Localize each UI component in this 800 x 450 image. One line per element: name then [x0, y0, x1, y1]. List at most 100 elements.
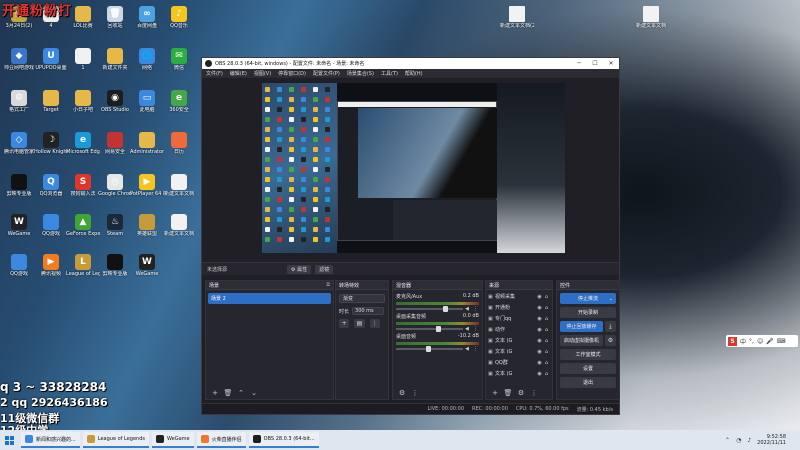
desktop-icon[interactable]: ◉ OBS Studio — [98, 90, 132, 113]
settings-button[interactable]: 设置 — [560, 363, 616, 374]
taskbar-app[interactable]: 火柴直播伴侣 — [196, 432, 246, 448]
eye-icon[interactable]: ◉ — [536, 360, 543, 366]
eye-icon[interactable]: ◉ — [536, 371, 543, 377]
desktop-icon[interactable]: ◎Google Chrome — [98, 174, 132, 197]
source-item[interactable]: ▣ 文本 (G ◉ ⌂ — [488, 369, 550, 378]
desktop-icon[interactable]: 1 — [66, 48, 100, 71]
volume-knob[interactable] — [436, 325, 442, 332]
eye-icon[interactable]: ◉ — [536, 305, 543, 311]
trash-icon[interactable]: 🗑 — [223, 389, 233, 397]
stop-stream-button[interactable]: 停止推流 ⌄ — [560, 293, 616, 304]
desktop-icon[interactable]: 小日子吧 — [66, 90, 100, 113]
desktop-icon[interactable]: e Microsoft Edge — [66, 132, 100, 155]
scene-item[interactable]: 场景 2 — [208, 293, 331, 304]
speaker-icon[interactable]: ◀ — [465, 306, 471, 312]
desktop-icon[interactable]: 英雄联盟 — [130, 214, 164, 237]
duration-input[interactable]: 300 ms — [352, 307, 385, 315]
taskbar-app[interactable]: League of Legends — [82, 432, 150, 448]
volume-slider[interactable] — [396, 345, 463, 352]
clock[interactable]: 9:52:58 2022/11/11 — [757, 434, 786, 446]
lock-icon[interactable]: ⌂ — [543, 294, 550, 300]
source-item[interactable]: ▣ 动作 ◉ ⌂ — [488, 325, 550, 334]
ime-toolbar[interactable]: S 中 °, ☺ 🎤 ⌨ — [726, 335, 798, 347]
add-icon[interactable]: + — [210, 389, 220, 397]
desktop-icon[interactable]: Target — [34, 90, 68, 113]
desktop-icon[interactable]: e 360安全 — [162, 90, 196, 113]
menu-item[interactable]: 帮助(H) — [405, 70, 423, 77]
desktop-icon[interactable]: ▶PotPlayer 64 bit — [130, 174, 164, 197]
lock-icon[interactable]: ⌂ — [543, 371, 550, 377]
studio-mode-button[interactable]: 工作室模式 — [560, 349, 616, 360]
desktop-icon[interactable]: LLeague of Legends — [66, 254, 100, 277]
maximize-icon[interactable]: ☐ — [587, 60, 603, 67]
virtual-camera-button[interactable]: 启动虚拟摄像机 — [560, 335, 603, 346]
volume-slider[interactable] — [396, 325, 463, 332]
eye-icon[interactable]: ◉ — [536, 338, 543, 344]
arrow-down-icon[interactable]: ⌄ — [249, 389, 259, 397]
source-item[interactable]: ▣ QQ群 ◉ ⌂ — [488, 358, 550, 367]
volume-slider[interactable] — [396, 305, 463, 312]
ime-voice-icon[interactable]: 🎤 — [766, 338, 773, 345]
obs-preview[interactable] — [262, 83, 565, 253]
volume-icon[interactable]: ♪ — [747, 437, 751, 444]
desktop-file-1[interactable]: 新建文本文档(2) — [500, 6, 534, 29]
more-icon[interactable]: ⋮ — [529, 389, 539, 397]
desktop-icon[interactable]: ☽ Hollow Knight — [34, 132, 68, 155]
desktop-icon[interactable]: 🗑 回收站 — [98, 6, 132, 29]
desktop-icon[interactable]: ▶ 腾讯视频 — [34, 254, 68, 277]
taskbar-app[interactable]: WeGame — [152, 432, 194, 448]
more-icon[interactable]: ⋮ — [473, 326, 479, 332]
menu-item[interactable]: 停靠窗口(D) — [278, 70, 306, 77]
source-item[interactable]: ▣ 专门qq ◉ ⌂ — [488, 314, 550, 323]
menu-item[interactable]: 场景集合(S) — [347, 70, 374, 77]
lock-icon[interactable]: ⌂ — [543, 349, 550, 355]
network-icon[interactable]: ◔ — [736, 437, 741, 444]
ime-emoji-icon[interactable]: ☺ — [757, 338, 763, 345]
speaker-icon[interactable]: ◀ — [465, 346, 471, 352]
desktop-icon[interactable]: QQ游戏 — [34, 214, 68, 237]
close-icon[interactable]: ✕ — [603, 60, 619, 67]
chevron-up-icon[interactable]: ⌃ — [725, 437, 730, 444]
gear-icon[interactable]: ⚙ — [397, 389, 407, 397]
desktop-icon[interactable]: U UPUPOO桌面 — [34, 48, 68, 71]
desktop-icon[interactable]: ◆ 帅豆网吧游戏 — [2, 48, 36, 71]
menu-item[interactable]: 视图(V) — [254, 70, 271, 77]
desktop-icon[interactable]: 新建文本文档 — [162, 214, 196, 237]
gear-icon[interactable]: ⚙ — [516, 389, 526, 397]
desktop-file-2[interactable]: 新建文本文档 — [634, 6, 668, 29]
start-record-button[interactable]: 开始录制 — [560, 307, 616, 318]
source-item[interactable]: ▣ 文本 (G ◉ ⌂ — [488, 336, 550, 345]
volume-knob[interactable] — [426, 345, 432, 352]
gear-icon[interactable]: ⚙ — [605, 335, 616, 346]
desktop-icon[interactable]: 新建文本文档 — [162, 174, 196, 197]
lock-icon[interactable]: ⌂ — [543, 338, 550, 344]
desktop-icon[interactable]: Administrator — [130, 132, 164, 155]
desktop-icon[interactable]: 剪映专业版 — [98, 254, 132, 277]
more-icon[interactable]: ⋮ — [410, 389, 420, 397]
source-item[interactable]: ▣ 文本 (G ◉ ⌂ — [488, 347, 550, 356]
ime-punct-toggle[interactable]: °, — [749, 338, 754, 345]
eye-icon[interactable]: ◉ — [536, 349, 543, 355]
more-icon[interactable]: ⋮ — [369, 319, 380, 328]
transition-select[interactable]: 渐变 — [339, 294, 385, 303]
ime-lang-toggle[interactable]: 中 — [740, 337, 746, 346]
desktop-icon[interactable]: Q QQ浏览器 — [34, 174, 68, 197]
desktop-icon[interactable]: 网易安全 — [98, 132, 132, 155]
volume-knob[interactable] — [442, 305, 448, 312]
desktop-icon[interactable]: ♨ Steam — [98, 214, 132, 237]
desktop-icon[interactable]: ⚙ 格式工厂 — [2, 90, 36, 113]
lock-icon[interactable]: ⌂ — [543, 316, 550, 322]
trash-icon[interactable]: ▤ — [354, 319, 365, 328]
minimize-icon[interactable]: ─ — [571, 60, 587, 67]
desktop-icon[interactable]: ∞ 百度网盘 — [130, 6, 164, 29]
trash-icon[interactable]: 🗑 — [503, 389, 513, 397]
eye-icon[interactable]: ◉ — [536, 316, 543, 322]
properties-button[interactable]: ⚙ 属性 — [287, 264, 312, 274]
lock-icon[interactable]: ⌂ — [543, 327, 550, 333]
desktop-icon[interactable]: ◇ 腾讯电脑管家 — [2, 132, 36, 155]
lock-icon[interactable]: ⌂ — [543, 360, 550, 366]
desktop-icon[interactable]: 新建文件夹 — [98, 48, 132, 71]
dock-options-icon[interactable]: ⧉ — [326, 282, 330, 288]
stop-replay-button[interactable]: 停止回放缓存 — [560, 321, 603, 332]
eye-icon[interactable]: ◉ — [536, 327, 543, 333]
